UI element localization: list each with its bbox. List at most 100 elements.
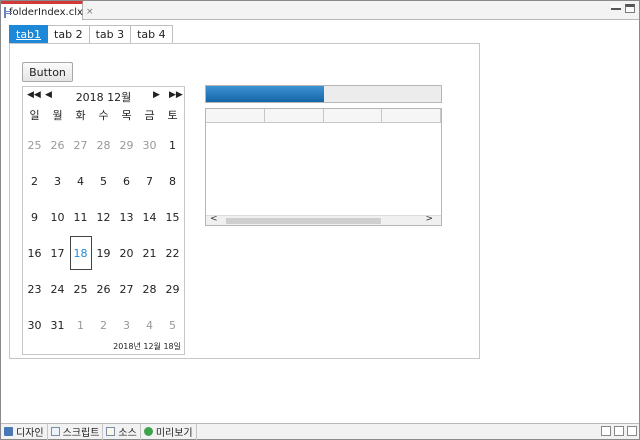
calendar-day-label: 28 <box>142 282 157 296</box>
source-tab[interactable]: 소스 <box>103 423 141 440</box>
calendar-day[interactable]: 14 <box>138 199 161 235</box>
calendar-day[interactable]: 28 <box>92 127 115 163</box>
calendar-day[interactable]: 5 <box>92 163 115 199</box>
calendar-day-label: 15 <box>165 210 180 224</box>
next-year-icon[interactable]: ▶▶ <box>169 90 183 100</box>
calendar-day[interactable]: 10 <box>46 199 69 235</box>
calendar-day[interactable]: 26 <box>92 271 115 307</box>
source-icon <box>106 427 116 436</box>
close-icon[interactable]: × <box>86 7 94 17</box>
calendar-day[interactable]: 27 <box>115 271 138 307</box>
calendar-day[interactable]: 16 <box>23 235 46 271</box>
calendar-day[interactable]: 9 <box>23 199 46 235</box>
script-tab-label: 스크립트 <box>62 428 100 439</box>
calendar-day[interactable]: 3 <box>46 163 69 199</box>
calendar-day-label: 12 <box>96 210 111 224</box>
calendar-day[interactable]: 1 <box>69 307 92 343</box>
calendar-day[interactable]: 22 <box>161 235 184 271</box>
calendar-day-label: 7 <box>146 174 153 188</box>
calendar-day[interactable]: 26 <box>46 127 69 163</box>
calendar-day-label: 26 <box>96 282 111 296</box>
grid-header-cell[interactable] <box>206 109 265 122</box>
editor-file-tab[interactable]: folderIndex.clx × <box>1 1 93 20</box>
layout-icon[interactable] <box>601 426 611 436</box>
calendar-day[interactable]: 19 <box>92 235 115 271</box>
calendar-day[interactable]: 2 <box>23 163 46 199</box>
window-controls <box>611 4 635 13</box>
button[interactable]: Button <box>22 62 73 82</box>
calendar-day[interactable]: 3 <box>115 307 138 343</box>
calendar-day[interactable]: 29 <box>115 127 138 163</box>
calendar-day-label: 8 <box>169 174 176 188</box>
calendar-day-label: 26 <box>50 138 65 152</box>
calendar-day[interactable]: 13 <box>115 199 138 235</box>
calendar-day-label: 11 <box>73 210 88 224</box>
calendar-day[interactable]: 25 <box>69 271 92 307</box>
calendar-day[interactable]: 1 <box>161 127 184 163</box>
next-month-icon[interactable]: ▶ <box>153 90 160 100</box>
maximize-icon[interactable] <box>625 4 635 13</box>
grid-header-cell[interactable] <box>265 109 324 122</box>
calendar-week: 16 17 18 19 20 21 22 <box>23 235 184 271</box>
calendar-day-label: 9 <box>31 210 38 224</box>
calendar-day[interactable]: 28 <box>138 271 161 307</box>
grid-header <box>206 109 441 123</box>
calendar-day[interactable]: 6 <box>115 163 138 199</box>
calendar-day[interactable]: 31 <box>46 307 69 343</box>
weekday-label: 월 <box>52 109 63 122</box>
grid-header-cell[interactable] <box>382 109 441 122</box>
calendar-day-label: 22 <box>165 246 180 260</box>
calendar-day[interactable]: 29 <box>161 271 184 307</box>
calendar-day[interactable]: 25 <box>23 127 46 163</box>
script-tab[interactable]: 스크립트 <box>48 423 104 440</box>
calendar-day-label: 5 <box>100 174 107 188</box>
tab-4[interactable]: tab 4 <box>131 25 173 44</box>
calendar-day[interactable]: 21 <box>138 235 161 271</box>
calendar-day[interactable]: 11 <box>69 199 92 235</box>
calendar-day[interactable]: 4 <box>138 307 161 343</box>
grid-icon[interactable] <box>614 426 624 436</box>
calendar-header: ◀◀ ◀ 2018 12월 ▶ ▶▶ <box>23 87 184 105</box>
tab-1[interactable]: tab1 <box>9 25 49 44</box>
preview-tab[interactable]: 미리보기 <box>141 423 197 440</box>
calendar-day[interactable]: 15 <box>161 199 184 235</box>
calendar-day-label: 4 <box>146 318 153 332</box>
scroll-thumb[interactable] <box>226 218 381 224</box>
calendar-day-label: 17 <box>50 246 65 260</box>
calendar-day-label: 1 <box>169 138 176 152</box>
grid-header-cell[interactable] <box>324 109 383 122</box>
calendar-day[interactable]: 17 <box>46 235 69 271</box>
calendar-day[interactable]: 8 <box>161 163 184 199</box>
tab-2[interactable]: tab 2 <box>48 25 90 44</box>
calendar-day-label: 21 <box>142 246 157 260</box>
horizontal-scrollbar[interactable]: < > <box>206 214 441 225</box>
calendar-days: 25 26 27 28 29 30 1 2 3 4 5 6 7 8 9 10 11 12 13 14 15 16 17 18 1… <box>23 127 184 343</box>
calendar-day[interactable]: 18 <box>69 235 92 271</box>
scroll-left-icon[interactable]: < <box>210 214 218 224</box>
minimize-icon[interactable] <box>611 4 621 10</box>
progress-fill <box>206 86 324 102</box>
design-tab-label: 디자인 <box>16 428 44 439</box>
calendar-day[interactable]: 2 <box>92 307 115 343</box>
calendar-day[interactable]: 23 <box>23 271 46 307</box>
calendar-day[interactable]: 12 <box>92 199 115 235</box>
calendar-day-label: 20 <box>119 246 134 260</box>
ide-window: folderIndex.clx × tab1 tab 2 tab 3 tab 4… <box>0 0 640 440</box>
globe-icon[interactable] <box>627 426 637 436</box>
calendar-day[interactable]: 20 <box>115 235 138 271</box>
tab-3[interactable]: tab 3 <box>89 25 132 44</box>
calendar-day[interactable]: 24 <box>46 271 69 307</box>
calendar-day[interactable]: 30 <box>138 127 161 163</box>
calendar-day-label: 29 <box>119 138 134 152</box>
scroll-right-icon[interactable]: > <box>425 214 433 224</box>
tab-content-panel: Button ◀◀ ◀ 2018 12월 ▶ ▶▶ 일 월 화 수 목 금 토 <box>9 43 480 359</box>
calendar-day[interactable]: 30 <box>23 307 46 343</box>
calendar-day-label: 18 <box>69 236 92 270</box>
calendar-day[interactable]: 4 <box>69 163 92 199</box>
calendar-day-label: 23 <box>27 282 42 296</box>
calendar-day[interactable]: 7 <box>138 163 161 199</box>
calendar-day[interactable]: 5 <box>161 307 184 343</box>
calendar-day[interactable]: 27 <box>69 127 92 163</box>
preview-tab-label: 미리보기 <box>155 428 193 439</box>
design-tab[interactable]: 디자인 <box>1 423 48 440</box>
